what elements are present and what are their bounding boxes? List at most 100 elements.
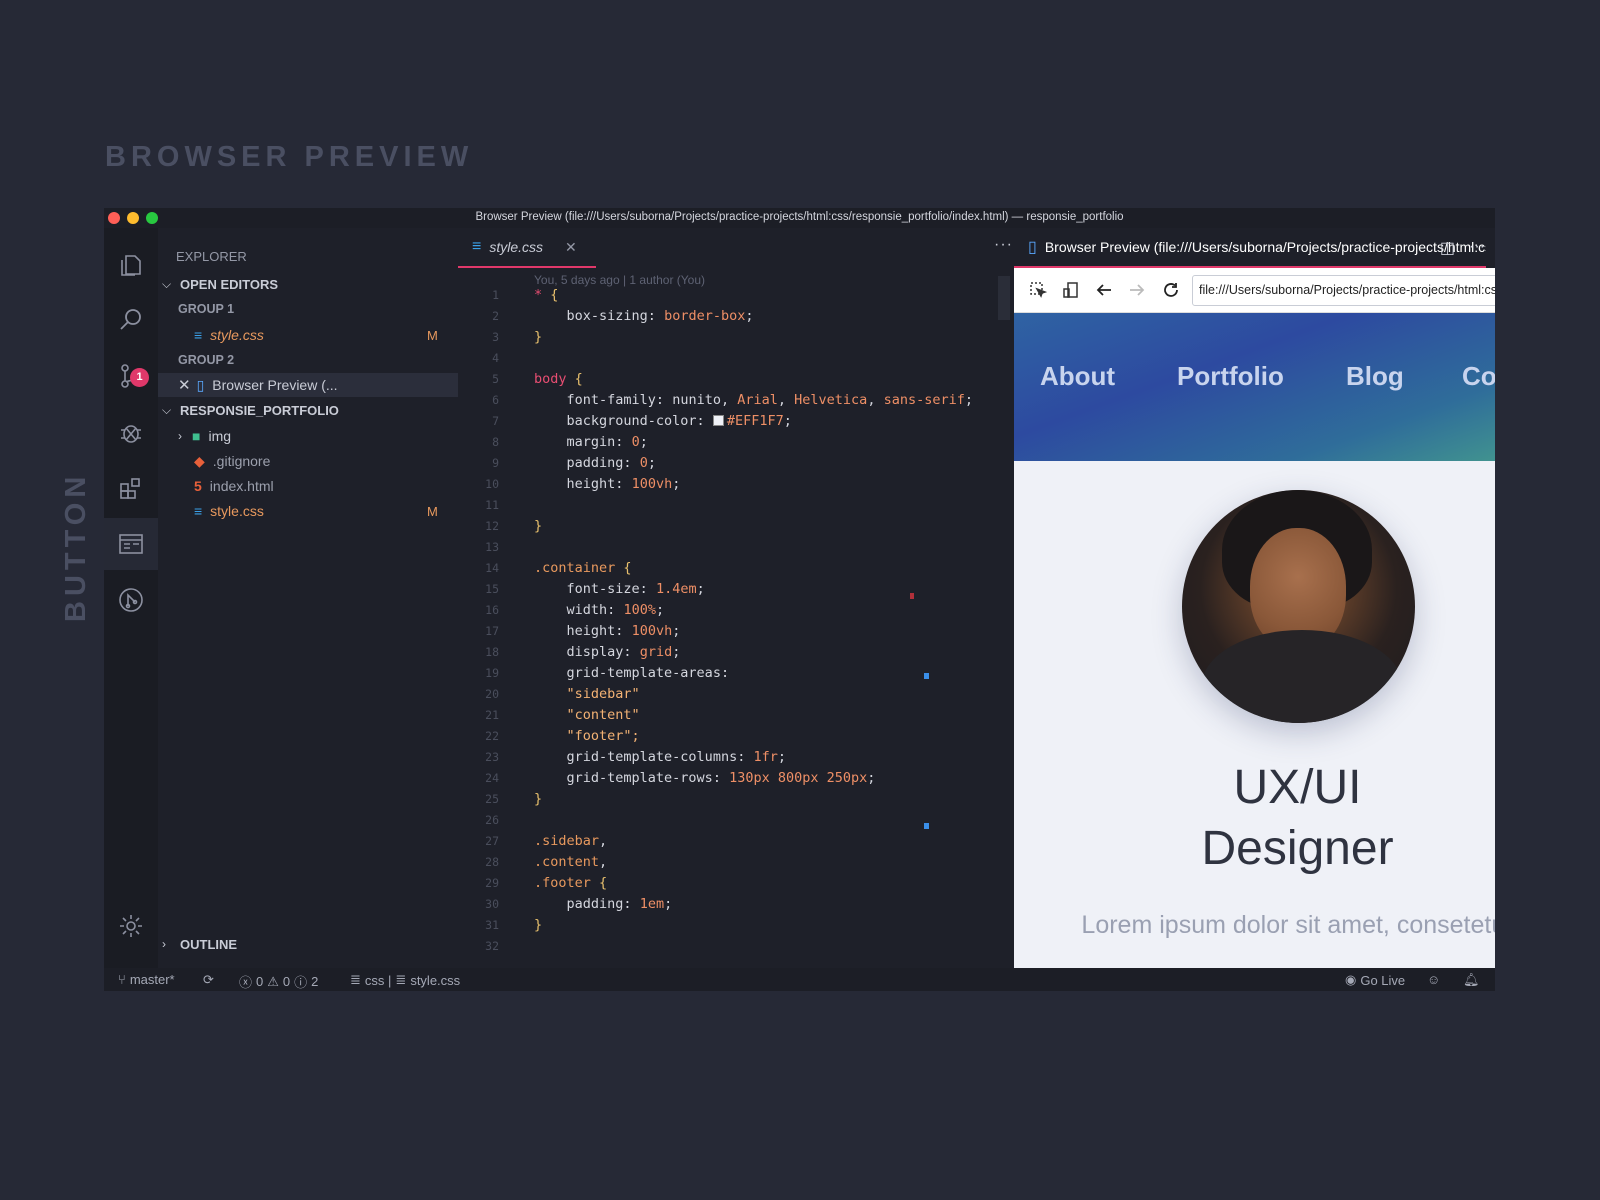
html-file-icon: 5 bbox=[194, 478, 202, 494]
code-line[interactable]: 21 "content" bbox=[458, 705, 1014, 726]
split-editor-icon[interactable]: ◫ bbox=[1440, 238, 1455, 258]
code-line[interactable]: 9 padding: 0; bbox=[458, 453, 1014, 474]
line-number: 20 bbox=[485, 687, 499, 701]
code-area[interactable]: 1 * {2 box-sizing: border-box; 3} 4 5 body {6… bbox=[458, 285, 1014, 957]
go-live-label: Go Live bbox=[1360, 972, 1406, 988]
nav-link-contact[interactable]: Contact bbox=[1462, 361, 1495, 392]
code-line[interactable]: 29 .footer { bbox=[458, 873, 1014, 894]
file-icon: ▯ bbox=[196, 376, 205, 393]
sync-icon[interactable]: ⟳ bbox=[203, 972, 214, 988]
code-line[interactable]: 2 box-sizing: border-box; bbox=[458, 306, 1014, 327]
code-line[interactable]: 16 width: 100%; bbox=[458, 600, 1014, 621]
site-nav: About Portfolio Blog Contact bbox=[1014, 313, 1495, 461]
code-line[interactable]: 28 .content, bbox=[458, 852, 1014, 873]
code-line[interactable]: 26 bbox=[458, 810, 1014, 831]
code-line[interactable]: 7 background-color: #EFF1F7; bbox=[458, 411, 1014, 432]
problems-status[interactable]: ⓧ 0 ⚠ 0 ⓘ 2 bbox=[239, 972, 318, 991]
nav-link-blog[interactable]: Blog bbox=[1346, 361, 1404, 392]
browser-preview-panel: ▯ Browser Preview (file:///Users/suborna… bbox=[1014, 228, 1495, 968]
open-editor-browser-preview[interactable]: ✕ ▯ Browser Preview (... bbox=[158, 373, 458, 397]
device-toggle-icon[interactable] bbox=[1059, 278, 1083, 302]
url-input[interactable]: file:///Users/suborna/Projects/practice-… bbox=[1192, 275, 1495, 306]
code-line[interactable]: 23 grid-template-columns: 1fr; bbox=[458, 747, 1014, 768]
code-line[interactable]: 24 grid-template-rows: 130px 800px 250px… bbox=[458, 768, 1014, 789]
code-line[interactable]: 31} bbox=[458, 915, 1014, 936]
inspect-icon[interactable] bbox=[1026, 278, 1050, 302]
browser-preview-icon[interactable] bbox=[104, 518, 158, 570]
line-number: 3 bbox=[492, 330, 499, 344]
hero-title-line2: Designer bbox=[1201, 822, 1394, 875]
code-line[interactable]: 10 height: 100vh; bbox=[458, 474, 1014, 495]
code-line[interactable]: 25} bbox=[458, 789, 1014, 810]
line-number: 8 bbox=[492, 435, 499, 449]
code-line[interactable]: 6 font-family: nunito, Arial, Helvetica,… bbox=[458, 390, 1014, 411]
file-gitignore[interactable]: ◆ .gitignore bbox=[158, 449, 458, 473]
close-icon[interactable]: ✕ bbox=[178, 376, 191, 394]
outline-section[interactable]: › OUTLINE bbox=[158, 932, 458, 956]
close-tab-icon[interactable]: ✕ bbox=[565, 239, 577, 256]
go-live-button[interactable]: ◉ Go Live bbox=[1345, 972, 1405, 988]
folder-img[interactable]: › ■ img bbox=[158, 424, 458, 448]
file-index-html[interactable]: 5 index.html bbox=[158, 474, 458, 498]
file-style-css[interactable]: ≡ style.css M bbox=[158, 499, 458, 523]
code-line[interactable]: 11 bbox=[458, 495, 1014, 516]
tab-style-css[interactable]: ≡ style.css ✕ bbox=[458, 228, 596, 268]
code-line[interactable]: 32 bbox=[458, 936, 1014, 957]
forward-arrow-icon[interactable] bbox=[1125, 278, 1149, 302]
code-line[interactable]: 4 bbox=[458, 348, 1014, 369]
explorer-icon[interactable] bbox=[104, 238, 158, 290]
tab-browser-preview[interactable]: ▯ Browser Preview (file:///Users/suborna… bbox=[1014, 228, 1486, 268]
color-swatch[interactable] bbox=[712, 415, 724, 426]
line-content: .container { bbox=[534, 560, 632, 576]
nav-link-portfolio[interactable]: Portfolio bbox=[1177, 361, 1284, 392]
debug-icon[interactable] bbox=[104, 406, 158, 458]
open-editors-section[interactable]: ⌵ OPEN EDITORS bbox=[158, 272, 458, 296]
code-line[interactable]: 30 padding: 1em; bbox=[458, 894, 1014, 915]
list-icon: ≣ bbox=[350, 972, 361, 987]
line-number: 15 bbox=[485, 582, 499, 596]
line-content: padding: 0; bbox=[566, 455, 656, 471]
reload-icon[interactable] bbox=[1159, 278, 1183, 302]
branch-status[interactable]: ⑂ master* bbox=[118, 972, 175, 987]
more-actions-icon[interactable]: ··· bbox=[994, 236, 1013, 254]
feedback-smiley-icon[interactable]: ☺ bbox=[1427, 972, 1440, 987]
line-content: .sidebar, bbox=[534, 833, 608, 849]
nav-link-about[interactable]: About bbox=[1040, 361, 1115, 392]
preview-actions: ◫ ··· bbox=[1440, 238, 1485, 258]
line-content: box-sizing: border-box; bbox=[566, 308, 754, 324]
code-line[interactable]: 8 margin: 0; bbox=[458, 432, 1014, 453]
source-control-icon[interactable]: 1 bbox=[104, 350, 158, 402]
git-graph-icon[interactable] bbox=[104, 574, 158, 626]
code-line[interactable]: 17 height: 100vh; bbox=[458, 621, 1014, 642]
language-status[interactable]: ≣ css | ≣ style.css bbox=[350, 972, 460, 988]
back-arrow-icon[interactable] bbox=[1092, 278, 1116, 302]
code-line[interactable]: 20 "sidebar" bbox=[458, 684, 1014, 705]
code-line[interactable]: 3} bbox=[458, 327, 1014, 348]
search-icon[interactable] bbox=[104, 294, 158, 346]
project-section[interactable]: ⌵ RESPONSIE_PORTFOLIO bbox=[158, 398, 458, 422]
code-line[interactable]: 12} bbox=[458, 516, 1014, 537]
code-line[interactable]: 13 bbox=[458, 537, 1014, 558]
notification-bell-icon[interactable]: 🔔︎ bbox=[1463, 972, 1480, 988]
code-line[interactable]: 5 body { bbox=[458, 369, 1014, 390]
settings-gear-icon[interactable] bbox=[104, 900, 158, 952]
line-content: } bbox=[534, 518, 543, 534]
code-line[interactable]: 15 font-size: 1.4em; bbox=[458, 579, 1014, 600]
code-line[interactable]: 18 display: grid; bbox=[458, 642, 1014, 663]
line-number: 29 bbox=[485, 876, 499, 890]
code-line[interactable]: 22 "footer"; bbox=[458, 726, 1014, 747]
activity-bar: 1 bbox=[104, 228, 158, 968]
line-number: 17 bbox=[485, 624, 499, 638]
code-line[interactable]: 14 .container { bbox=[458, 558, 1014, 579]
open-editor-style-css[interactable]: ≡ style.css M bbox=[158, 323, 458, 347]
code-line[interactable]: 19 grid-template-areas: bbox=[458, 663, 1014, 684]
code-line[interactable]: 27 .sidebar, bbox=[458, 831, 1014, 852]
line-content: "footer"; bbox=[566, 728, 640, 744]
branch-name: master* bbox=[129, 972, 175, 987]
code-line[interactable]: 1 * { bbox=[458, 285, 1014, 306]
line-content: .content, bbox=[534, 854, 608, 870]
extensions-icon[interactable] bbox=[104, 462, 158, 514]
overview-change-mark bbox=[924, 673, 929, 679]
line-content: display: grid; bbox=[566, 644, 681, 660]
more-actions-icon[interactable]: ··· bbox=[1469, 238, 1485, 258]
